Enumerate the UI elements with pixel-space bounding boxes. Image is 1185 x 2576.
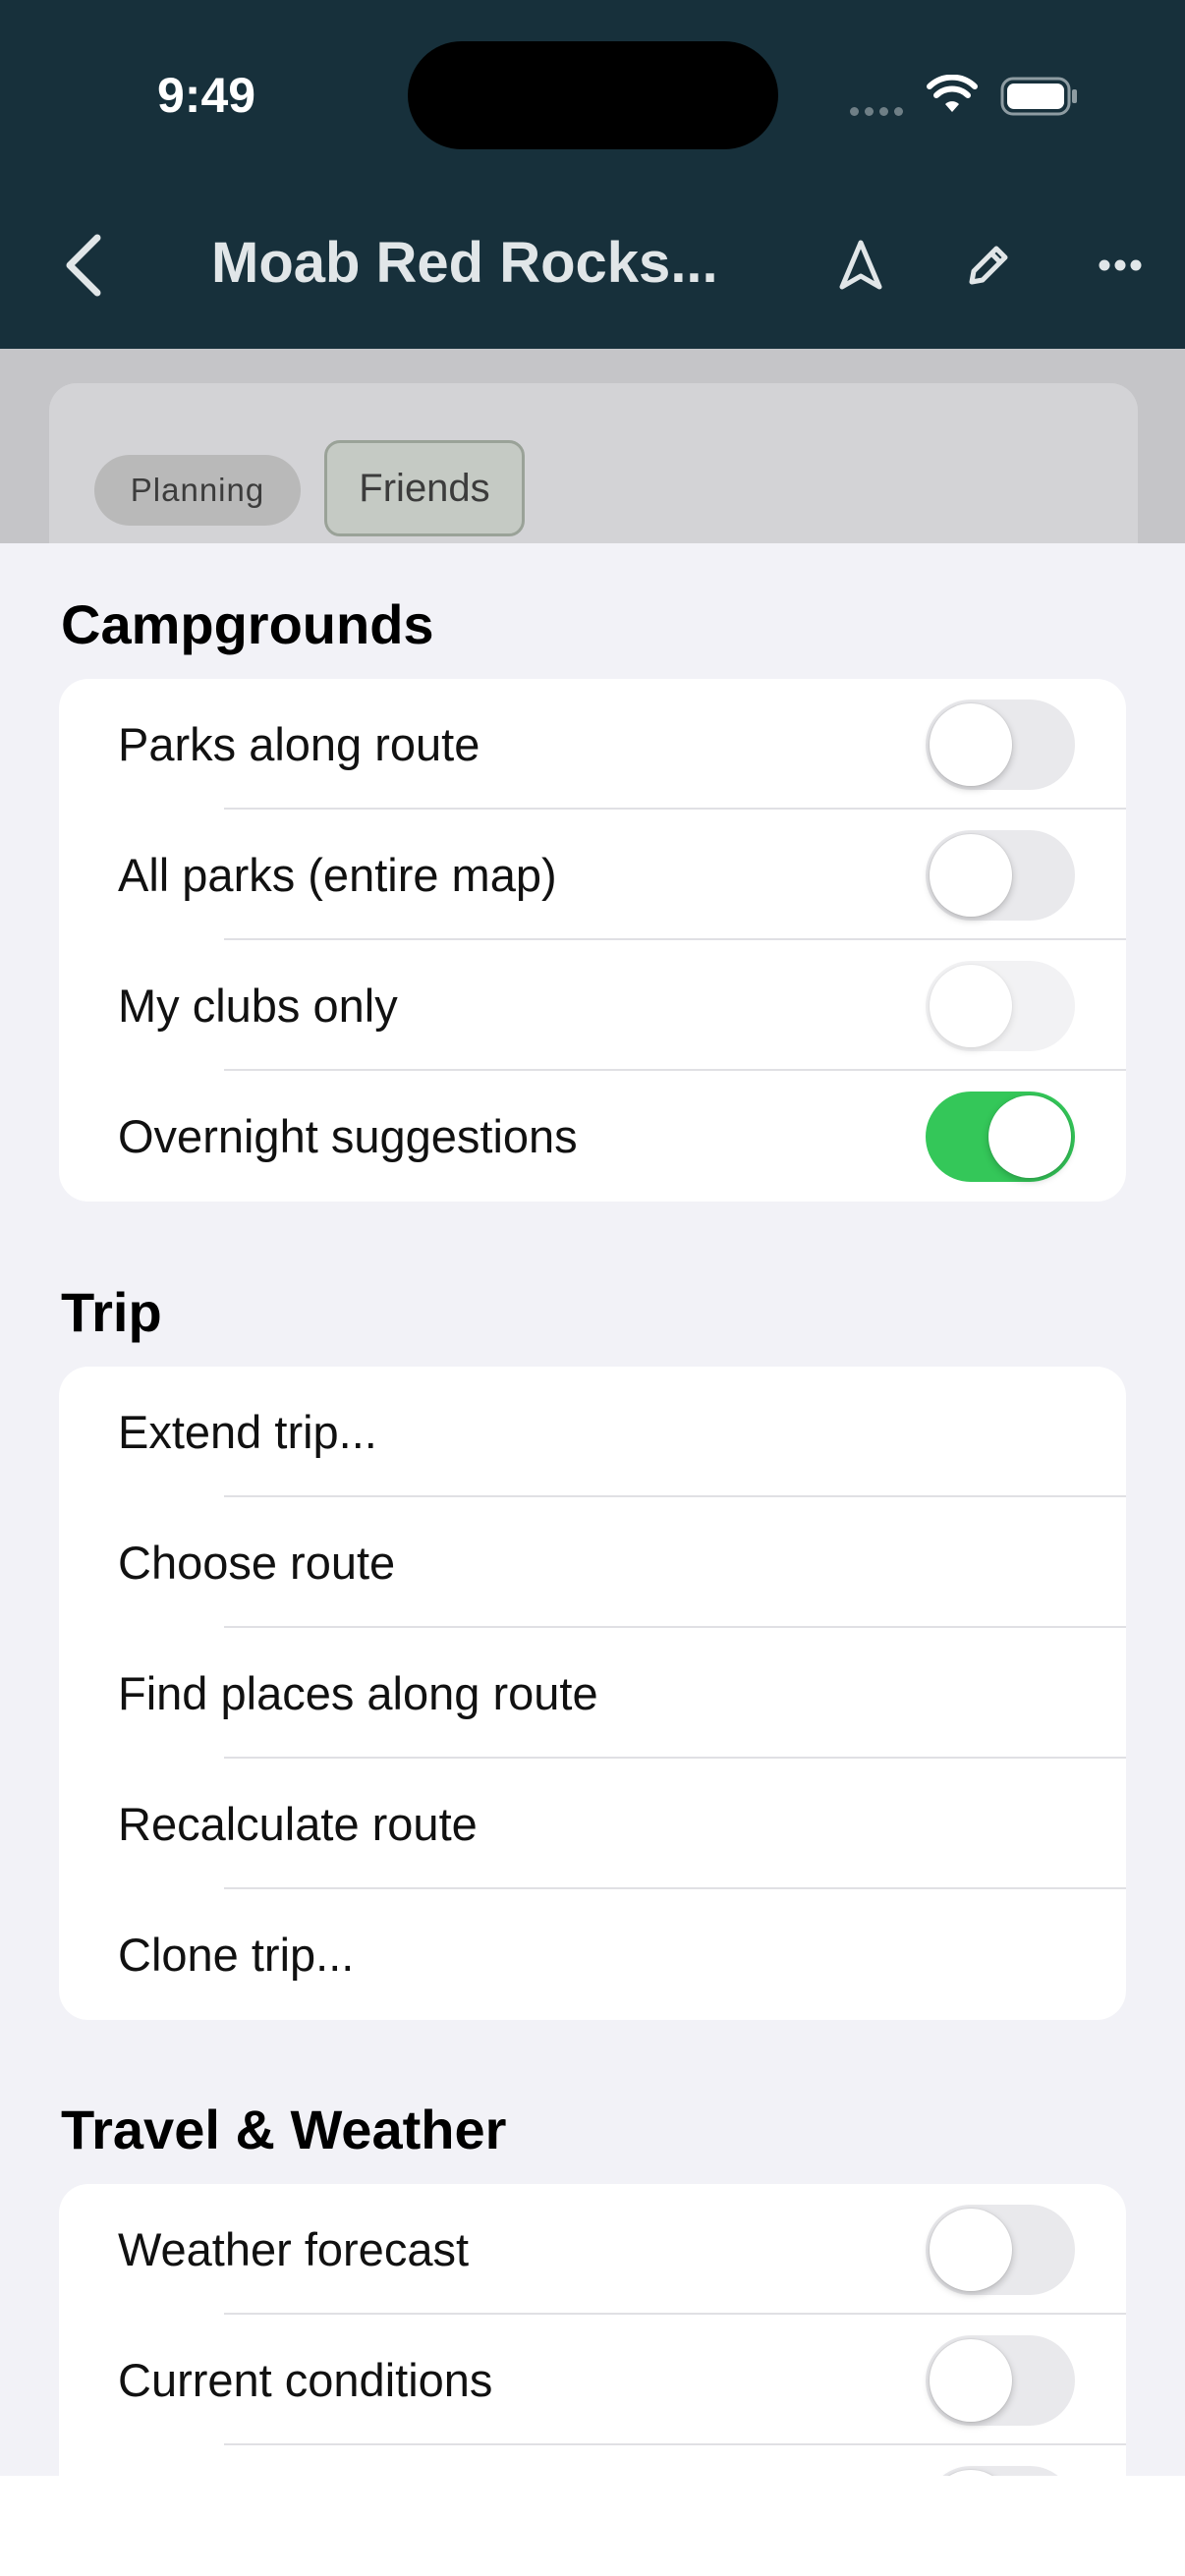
my-clubs-only-toggle[interactable]: [926, 961, 1075, 1051]
section-title-travel-weather: Travel & Weather: [61, 2099, 507, 2160]
wifi-icon: [927, 74, 978, 119]
weather-forecast-toggle[interactable]: [926, 2205, 1075, 2295]
dynamic-island: [408, 41, 778, 149]
navigation-arrow-icon: [839, 240, 882, 290]
status-time: 9:49: [157, 68, 256, 123]
more-dots-icon: [1099, 259, 1142, 271]
section-title-campgrounds: Campgrounds: [61, 593, 434, 655]
row-choose-route[interactable]: Choose route: [59, 1497, 1126, 1628]
row-label: Recalculate route: [118, 1798, 478, 1850]
row-clone-trip[interactable]: Clone trip...: [59, 1889, 1126, 2020]
row-label: All parks (entire map): [118, 849, 557, 901]
edit-button[interactable]: [951, 228, 1026, 303]
row-find-places[interactable]: Find places along route: [59, 1628, 1126, 1759]
partial-toggle[interactable]: [926, 2466, 1075, 2476]
row-label: Current conditions: [118, 2354, 493, 2406]
row-parks-along-route[interactable]: Parks along route: [59, 679, 1126, 810]
row-current-conditions[interactable]: Current conditions: [59, 2315, 1126, 2445]
row-recalculate-route[interactable]: Recalculate route: [59, 1759, 1126, 1889]
row-label: Choose route: [118, 1537, 396, 1589]
section-title-trip: Trip: [61, 1281, 162, 1343]
travel-weather-group: Weather forecast Current conditions: [59, 2184, 1126, 2476]
pencil-icon: [969, 246, 1008, 285]
back-chevron-icon: [66, 234, 101, 297]
planning-chip: Planning: [94, 455, 301, 526]
row-weather-forecast[interactable]: Weather forecast: [59, 2184, 1126, 2315]
trip-group: Extend trip... Choose route Find places …: [59, 1367, 1126, 2020]
battery-icon: [1000, 77, 1079, 121]
page-title: Moab Red Rocks...: [211, 231, 718, 295]
campgrounds-group: Parks along route All parks (entire map)…: [59, 679, 1126, 1202]
row-partial[interactable]: [59, 2445, 1126, 2476]
signal-icon: [850, 103, 909, 121]
all-parks-toggle[interactable]: [926, 830, 1075, 921]
navigate-button[interactable]: [823, 228, 898, 303]
row-label: Clone trip...: [118, 1929, 355, 1981]
top-bar: 9:49 Moab Red Rocks...: [0, 0, 1185, 349]
parks-along-route-toggle[interactable]: [926, 700, 1075, 790]
row-overnight-suggestions[interactable]: Overnight suggestions: [59, 1071, 1126, 1202]
overnight-suggestions-toggle[interactable]: [926, 1092, 1075, 1182]
row-my-clubs-only[interactable]: My clubs only: [59, 940, 1126, 1071]
more-button[interactable]: [1083, 228, 1157, 303]
row-label: Find places along route: [118, 1667, 598, 1719]
row-label: Overnight suggestions: [118, 1110, 578, 1162]
current-conditions-toggle[interactable]: [926, 2335, 1075, 2426]
back-button[interactable]: [54, 226, 113, 305]
row-extend-trip[interactable]: Extend trip...: [59, 1367, 1126, 1497]
row-label: Parks along route: [118, 718, 480, 770]
row-label: Extend trip...: [118, 1406, 377, 1458]
row-label: Weather forecast: [118, 2223, 470, 2275]
row-label: My clubs only: [118, 980, 398, 1032]
friends-chip: Friends: [324, 440, 525, 536]
options-sheet: Campgrounds Parks along route All parks …: [0, 543, 1185, 2476]
row-all-parks[interactable]: All parks (entire map): [59, 810, 1126, 940]
bottom-area: [0, 2476, 1185, 2576]
